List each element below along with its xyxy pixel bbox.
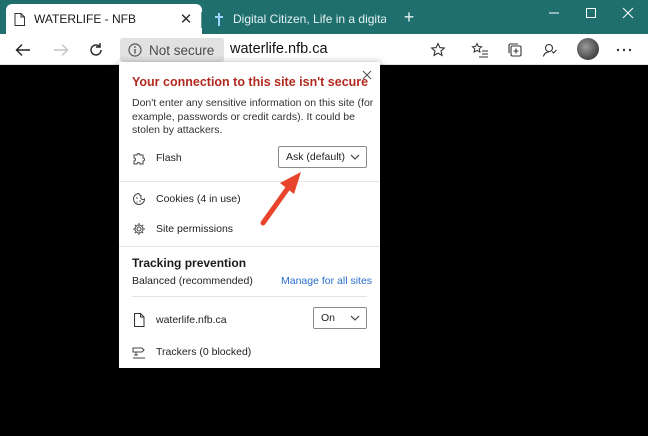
favicon-cross-icon [215,12,223,26]
address-bar[interactable]: Not secure waterlife.nfb.ca [118,38,454,62]
settings-more-button[interactable] [612,38,636,62]
tab-waterlife[interactable]: WATERLIFE - NFB ✕ [6,4,202,34]
feedback-button[interactable] [538,38,562,62]
trackers-label[interactable]: Trackers (0 blocked) [156,346,251,358]
more-icon [616,48,632,52]
popup-title: Your connection to this site isn't secur… [132,75,369,89]
cookie-icon [133,192,146,205]
tracking-toggle-select[interactable]: On [313,307,367,329]
tab-title: Digital Citizen, Life in a digital wo [233,12,386,26]
feedback-icon [542,43,557,57]
page-icon [134,313,145,327]
chevron-down-icon [350,154,360,160]
favorite-button[interactable] [426,38,450,62]
flash-label: Flash [156,152,182,164]
refresh-button[interactable] [84,38,108,62]
tab-bar: WATERLIFE - NFB ✕ Digital Citizen, Life … [0,0,648,34]
arrow-left-icon [15,44,30,56]
flash-permission-value: Ask (default) [286,151,345,163]
manage-for-all-sites-link[interactable]: Manage for all sites [281,275,372,287]
chevron-down-icon [350,315,360,321]
back-button[interactable] [11,38,35,62]
gear-icon [133,223,145,235]
collections-button[interactable] [503,38,527,62]
star-icon [430,42,446,57]
tracking-toggle-value: On [321,312,336,324]
url-text[interactable]: waterlife.nfb.ca [230,41,328,57]
popup-description: Don't enter any sensitive information on… [132,97,374,136]
info-icon [128,43,142,57]
flash-permission-select[interactable]: Ask (default) [278,146,367,168]
divider [132,296,367,297]
avatar[interactable] [577,38,599,60]
minimize-icon[interactable] [541,4,567,22]
collections-icon [508,43,522,57]
tracking-level-label: Balanced (recommended) [132,275,253,287]
cookies-label[interactable]: Cookies (4 in use) [156,193,241,205]
annotation-arrow-icon [260,172,301,226]
close-icon[interactable] [361,69,373,81]
site-permissions-label[interactable]: Site permissions [156,223,233,235]
forward-button[interactable] [49,38,73,62]
tracking-prevention-title: Tracking prevention [132,256,247,270]
tab-separator [201,12,202,28]
tab-title: WATERLIFE - NFB [34,12,136,26]
not-secure-label: Not secure [149,42,215,58]
favorites-list-icon [471,42,488,58]
close-icon[interactable]: ✕ [178,10,194,28]
page-icon [14,12,25,26]
not-secure-badge[interactable]: Not secure [120,38,224,62]
window-close-icon[interactable] [615,4,641,22]
new-tab-button[interactable]: + [400,8,418,26]
site-label: waterlife.nfb.ca [156,314,227,326]
arrow-right-icon [54,44,69,56]
site-info-popup: Your connection to this site isn't secur… [119,62,380,368]
divider [119,181,380,182]
refresh-icon [90,43,102,56]
divider [119,246,380,247]
puzzle-icon [133,153,145,165]
tab-digital-citizen[interactable]: Digital Citizen, Life in a digital wo [204,4,396,34]
favorites-button[interactable] [468,38,492,62]
maximize-icon[interactable] [578,4,604,22]
toolbar: Not secure waterlife.nfb.ca [0,34,648,65]
tracker-camera-icon [132,347,145,359]
